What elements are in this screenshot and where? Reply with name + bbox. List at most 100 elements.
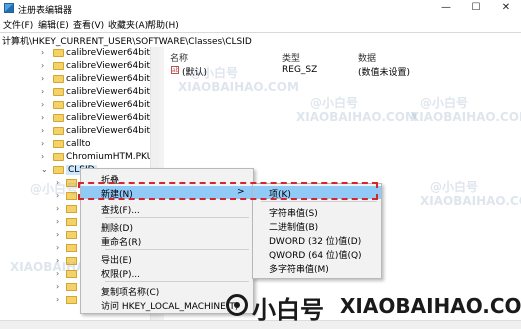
watermark-cn: @小白号 <box>420 96 469 110</box>
watermark-cn: @小白号 <box>430 180 479 194</box>
string-value-icon: ab <box>171 66 180 74</box>
submenu-item-string[interactable]: 字符串值(S) <box>253 205 381 219</box>
tree-item[interactable]: › calibreViewer64bit.Ass <box>0 73 159 86</box>
folder-icon <box>66 283 77 291</box>
tree-item-label: calibreViewer64bit.Ass <box>66 87 159 97</box>
expand-chevron-icon[interactable]: › <box>56 230 59 239</box>
tree-child-item[interactable]: › <box>0 242 90 255</box>
expand-chevron-icon[interactable]: › <box>41 74 44 83</box>
menu-item-label: 访问 HKEY_LOCAL_MACHINE(T) <box>101 302 239 312</box>
expand-chevron-icon[interactable]: › <box>41 139 44 148</box>
watermark-en: XIAOBAIHAO.COM <box>178 80 299 94</box>
folder-icon <box>66 218 77 226</box>
tree-item[interactable]: › calibreViewer64bit.Ass <box>0 99 159 112</box>
menu-item-label: 多字符串值(M) <box>269 265 329 275</box>
submenu-item-binary[interactable]: 二进制值(B) <box>253 219 381 233</box>
column-header-type[interactable]: 类型 <box>282 51 300 64</box>
watermark-en: XIAOBAIHAO.COM <box>420 194 521 208</box>
menu-file[interactable]: 文件(F) <box>3 18 33 31</box>
folder-icon <box>53 140 64 148</box>
tree-item[interactable]: › calibreViewer64bit.Ass <box>0 47 159 60</box>
broadcast-logo-icon <box>226 294 248 316</box>
tree-child-item[interactable]: › <box>0 216 90 229</box>
expand-chevron-icon[interactable]: › <box>56 282 59 291</box>
folder-icon <box>53 88 64 96</box>
tree-item[interactable]: › calibreViewer64bit.Ass <box>0 60 159 73</box>
menu-item-label: 权限(P)... <box>101 270 141 280</box>
expand-chevron-icon[interactable]: › <box>56 217 59 226</box>
tree-item-label: ChromiumHTM.PKUZG <box>66 152 159 162</box>
address-path[interactable]: 计算机\HKEY_CURRENT_USER\SOFTWARE\Classes\C… <box>2 34 252 47</box>
tree-child-item[interactable]: › <box>0 281 90 294</box>
menu-item-label: 字符串值(S) <box>269 209 318 219</box>
folder-open-icon <box>53 166 64 174</box>
folder-icon <box>66 231 77 239</box>
menu-item-label: 导出(E) <box>101 256 132 266</box>
window-title: 注册表编辑器 <box>18 6 73 16</box>
address-bar[interactable]: 计算机\HKEY_CURRENT_USER\SOFTWARE\Classes\C… <box>0 32 521 48</box>
tree-item-label: calibreViewer64bit.Ass <box>66 113 159 123</box>
minimize-button[interactable]: — <box>431 0 461 16</box>
expand-chevron-icon[interactable]: › <box>56 204 59 213</box>
column-header-data[interactable]: 数据 <box>358 51 376 64</box>
tree-child-item[interactable]: › <box>0 294 90 307</box>
tree-item[interactable]: › calibreViewer64bit.Ass <box>0 125 159 138</box>
tree-child-item[interactable]: › <box>0 203 90 216</box>
menu-item-export[interactable]: 导出(E) <box>81 252 253 266</box>
folder-icon <box>53 114 64 122</box>
menu-edit[interactable]: 编辑(E) <box>38 18 69 31</box>
menu-item-delete[interactable]: 删除(D) <box>81 220 253 234</box>
expand-chevron-icon[interactable]: › <box>41 100 44 109</box>
menu-bar: 文件(F) 编辑(E) 查看(V) 收藏夹(A) 帮助(H) <box>0 16 521 31</box>
folder-icon <box>53 153 64 161</box>
expand-chevron-icon[interactable]: › <box>41 152 44 161</box>
expand-chevron-icon[interactable]: › <box>41 113 44 122</box>
menu-view[interactable]: 查看(V) <box>73 18 104 31</box>
folder-icon <box>53 101 64 109</box>
menu-item-find[interactable]: 查找(F)... <box>81 202 253 216</box>
tree-item[interactable]: › calibreViewer64bit.Ass <box>0 112 159 125</box>
tree-item-label: calibreViewer64bit.Ass <box>66 61 159 71</box>
tree-item[interactable]: › calibreViewer64bit.Ass <box>0 86 159 99</box>
close-button[interactable]: ✕ <box>491 0 521 16</box>
tree-child-item[interactable]: › <box>0 229 90 242</box>
folder-icon <box>66 296 77 304</box>
menu-item-label: DWORD (32 位)值(D) <box>269 237 362 247</box>
maximize-button[interactable]: ☐ <box>461 0 491 16</box>
menu-separator <box>105 281 249 282</box>
menu-separator <box>105 217 249 218</box>
submenu-item-multistring[interactable]: 多字符串值(M) <box>253 261 381 275</box>
menu-item-copy-key-name[interactable]: 复制项名称(C) <box>81 284 253 298</box>
menu-item-label: 重命名(R) <box>101 238 142 248</box>
expand-chevron-icon[interactable]: › <box>41 61 44 70</box>
menu-item-permissions[interactable]: 权限(P)... <box>81 266 253 280</box>
tree-item-label: calibreViewer64bit.Ass <box>66 48 159 58</box>
submenu-item-dword[interactable]: DWORD (32 位)值(D) <box>253 233 381 247</box>
tree-item-label: calibreViewer64bit.Ass <box>66 100 159 110</box>
tree-item[interactable]: › ChromiumHTM.PKUZG <box>0 151 159 164</box>
title-bar: 注册表编辑器 — ☐ ✕ <box>0 0 521 16</box>
expand-chevron-icon[interactable]: › <box>56 295 59 304</box>
menu-item-rename[interactable]: 重命名(R) <box>81 234 253 248</box>
menu-favorites[interactable]: 收藏夹(A) <box>108 18 148 31</box>
folder-icon <box>53 75 64 83</box>
collapse-chevron-icon[interactable]: ⌄ <box>41 165 48 174</box>
tree-item-label: callto <box>66 139 91 149</box>
menu-item-label: 删除(D) <box>101 224 133 234</box>
regedit-app-icon <box>4 3 14 13</box>
column-header-name[interactable]: 名称 <box>170 51 188 64</box>
brand-name-en: XIAOBAIHAO.COM <box>340 294 521 318</box>
expand-chevron-icon[interactable]: › <box>41 48 44 57</box>
brand-name-cn: 小白号 <box>252 296 324 324</box>
menu-help[interactable]: 帮助(H) <box>147 18 179 31</box>
menu-separator <box>105 249 249 250</box>
expand-chevron-icon[interactable]: › <box>41 87 44 96</box>
folder-icon <box>53 49 64 57</box>
expand-chevron-icon[interactable]: › <box>56 243 59 252</box>
expand-chevron-icon[interactable]: › <box>41 126 44 135</box>
menu-item-label: 查找(F)... <box>101 206 140 216</box>
submenu-item-qword[interactable]: QWORD (64 位)值(Q) <box>253 247 381 261</box>
highlight-box <box>78 182 378 200</box>
tree-item-label: calibreViewer64bit.Ass <box>66 74 159 84</box>
tree-item[interactable]: › callto <box>0 138 150 151</box>
